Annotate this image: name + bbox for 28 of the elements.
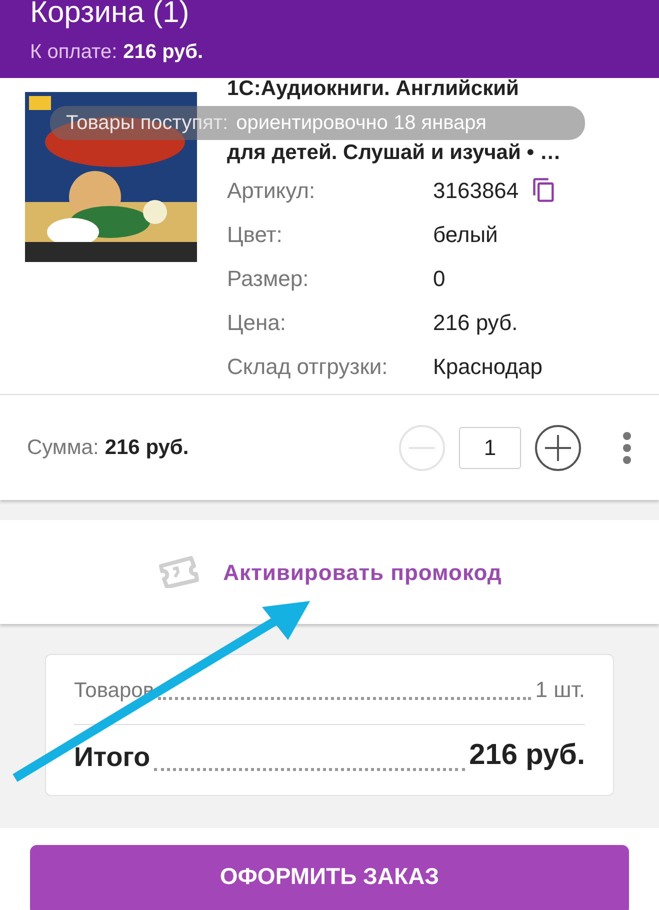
copy-icon[interactable] <box>530 176 557 204</box>
promo-code-button[interactable]: Активировать промокод <box>0 520 659 624</box>
more-button[interactable] <box>623 430 631 466</box>
detail-value: 3163864 <box>433 176 519 204</box>
product-title-line: 1С:Аудиокниги. Английский <box>227 78 519 102</box>
summary-value: 1 шт. <box>535 676 585 704</box>
ticket-icon <box>157 556 200 588</box>
header-title: Корзина (1) <box>30 0 190 28</box>
increase-button[interactable] <box>535 424 581 470</box>
product-title-line: для детей. Слушай и изучай • … <box>227 140 561 166</box>
summary-value: 216 руб. <box>469 738 585 772</box>
detail-value: белый <box>433 220 498 248</box>
quantity-field[interactable]: 1 <box>459 426 521 468</box>
payment-value: 216 руб. <box>123 40 204 64</box>
detail-value: 216 руб. <box>433 308 518 337</box>
checkout-button[interactable]: ОФОРМИТЬ ЗАКАЗ <box>30 845 629 910</box>
detail-value: 0 <box>433 264 446 292</box>
payment-label: К оплате: <box>30 40 118 64</box>
detail-label: Цена: <box>227 308 288 336</box>
detail-label: Размер: <box>227 264 310 293</box>
detail-value: Краснодар <box>433 352 542 381</box>
summary-label: Итого <box>74 740 150 774</box>
detail-label: Цвет: <box>227 220 284 248</box>
sum-value: 216 руб. <box>104 434 189 461</box>
toast-value: ориентировочно 18 января <box>236 111 486 136</box>
sum-label: Сумма: <box>27 434 99 461</box>
detail-label: Склад отгрузки: <box>227 352 389 381</box>
detail-label: Артикул: <box>227 176 316 205</box>
